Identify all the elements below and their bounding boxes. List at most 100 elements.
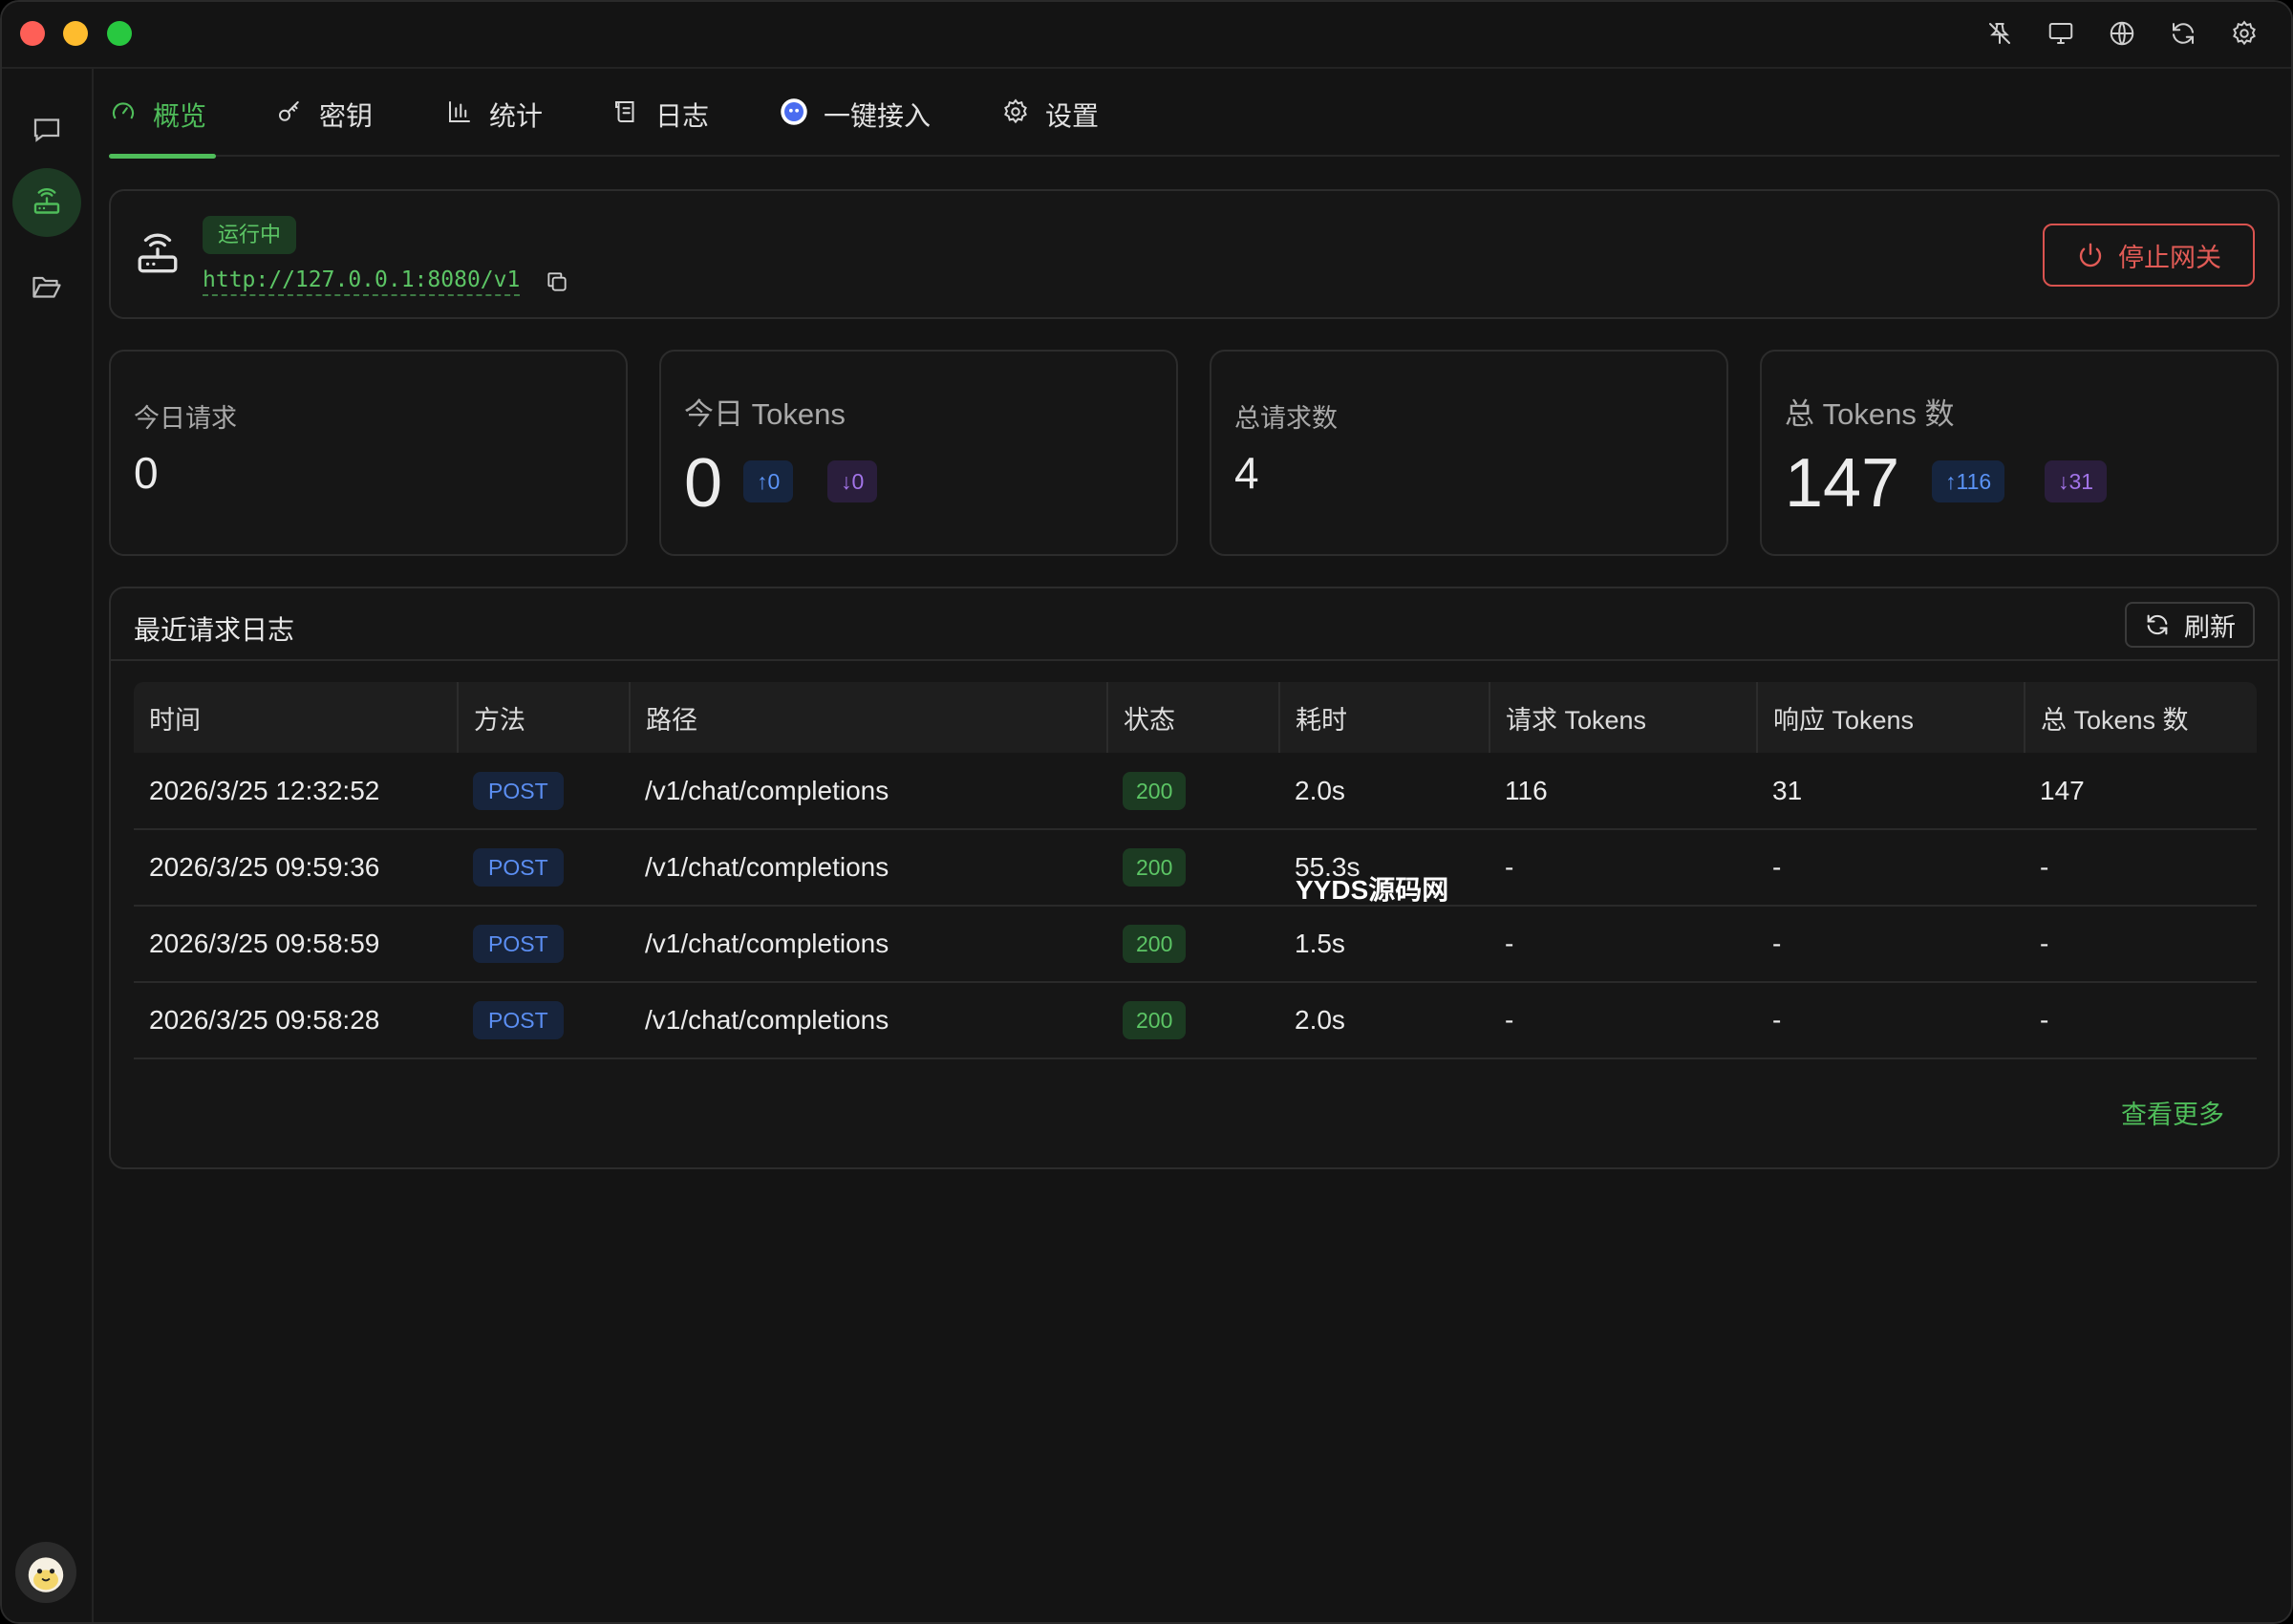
gateway-status-card: 运行中 http://127.0.0.1:8080/v1 停止网关: [109, 189, 2280, 319]
stat-value: 0: [684, 445, 723, 522]
sync-icon[interactable]: [2169, 19, 2197, 48]
cell-path: /v1/chat/completions: [630, 753, 1107, 830]
monitor-icon[interactable]: [2047, 19, 2075, 48]
cell-duration: 2.0s: [1279, 753, 1489, 830]
tab-label: 日志: [655, 101, 710, 131]
cell-path: /v1/chat/completions: [630, 829, 1107, 907]
status-code-badge: 200: [1123, 771, 1187, 810]
cell-path: /v1/chat/completions: [630, 982, 1107, 1059]
stat-label: 今日 Tokens: [684, 397, 846, 431]
logs-title: 最近请求日志: [134, 615, 295, 645]
column-header[interactable]: 耗时: [1279, 682, 1490, 753]
cell-method: POST: [458, 982, 630, 1059]
table-header-row: 时间 方法 路径 状态 耗时 请求 Tokens 响应 Tokens 总 Tok…: [134, 682, 2257, 753]
close-window-button[interactable]: [20, 21, 45, 46]
folder-open-icon: [32, 276, 61, 298]
stat-value: 4: [1234, 448, 1259, 498]
gateway-url-link[interactable]: http://127.0.0.1:8080/v1: [203, 267, 521, 296]
input-tokens-chip: ↑0: [743, 460, 794, 502]
table-row[interactable]: 2026/3/25 09:58:28 POST /v1/chat/complet…: [134, 982, 2257, 1059]
copy-icon[interactable]: [545, 269, 569, 294]
cell-method: POST: [458, 906, 630, 983]
cell-request-tokens: -: [1489, 906, 1757, 983]
stat-total-requests: 总请求数 4: [1210, 350, 1728, 556]
sidebar: [2, 69, 94, 1622]
tab-stats[interactable]: 统计: [445, 96, 543, 157]
router-icon: [134, 231, 182, 279]
status-code-badge: 200: [1123, 848, 1187, 887]
column-header[interactable]: 状态: [1107, 682, 1280, 753]
sidebar-item-files[interactable]: [12, 252, 81, 321]
gear-icon: [1001, 97, 1030, 126]
stat-total-tokens: 总 Tokens 数 147 ↑116 ↓31: [1760, 350, 2279, 556]
cell-status: 200: [1107, 753, 1279, 830]
cell-time: 2026/3/25 09:58:59: [134, 906, 458, 983]
sidebar-item-gateway[interactable]: [12, 168, 81, 237]
gauge-icon: [109, 97, 138, 126]
gear-icon[interactable]: [2230, 19, 2259, 48]
title-bar: [2, 2, 2291, 69]
output-tokens-chip: ↓31: [2045, 460, 2108, 502]
column-header[interactable]: 时间: [134, 682, 459, 753]
cell-method: POST: [458, 753, 630, 830]
column-header[interactable]: 方法: [458, 682, 631, 753]
avatar[interactable]: [15, 1542, 76, 1603]
tab-bar: 概览 密钥 统计 日志 一键接入 设置: [109, 69, 2280, 159]
table-row[interactable]: 2026/3/25 12:32:52 POST /v1/chat/complet…: [134, 753, 2257, 830]
column-header[interactable]: 路径: [630, 682, 1108, 753]
cell-request-tokens: -: [1489, 982, 1757, 1059]
cell-status: 200: [1107, 982, 1279, 1059]
method-badge: POST: [473, 1001, 564, 1039]
stat-value: 147: [1785, 445, 1900, 522]
tab-logs[interactable]: 日志: [611, 96, 709, 157]
cell-total-tokens: 147: [2025, 753, 2257, 830]
router-icon: [33, 188, 60, 214]
cell-duration: 2.0s: [1279, 982, 1489, 1059]
key-icon: [275, 97, 304, 126]
pin-off-icon[interactable]: [1985, 19, 2014, 48]
tab-label: 统计: [489, 101, 544, 131]
status-code-badge: 200: [1123, 925, 1187, 963]
sidebar-item-chat[interactable]: [12, 96, 81, 164]
tab-label: 概览: [153, 101, 207, 131]
logs-table: 时间 方法 路径 状态 耗时 请求 Tokens 响应 Tokens 总 Tok…: [134, 682, 2257, 1059]
minimize-window-button[interactable]: [63, 21, 88, 46]
globe-icon[interactable]: [2108, 19, 2136, 48]
tab-overview[interactable]: 概览: [109, 96, 216, 159]
method-badge: POST: [473, 771, 564, 810]
table-row[interactable]: 2026/3/25 09:59:36 POST /v1/chat/complet…: [134, 829, 2257, 907]
tab-keys[interactable]: 密钥: [275, 96, 373, 157]
tab-settings[interactable]: 设置: [1001, 96, 1099, 157]
stat-today-requests: 今日请求 0: [109, 350, 628, 556]
cell-response-tokens: 31: [1757, 753, 2025, 830]
method-badge: POST: [473, 848, 564, 887]
cell-time: 2026/3/25 12:32:52: [134, 753, 458, 830]
cell-response-tokens: -: [1757, 829, 2025, 907]
output-tokens-chip: ↓0: [827, 460, 878, 502]
watermark-text: YYDS源码网: [1296, 875, 1449, 905]
recent-logs-card: 最近请求日志 刷新 时间 方法 路径 状态 耗时 请求 Tokens 响应 To…: [109, 587, 2280, 1169]
cell-time: 2026/3/25 09:59:36: [134, 829, 458, 907]
tab-label: 一键接入: [824, 101, 932, 131]
table-row[interactable]: 2026/3/25 09:58:59 POST /v1/chat/complet…: [134, 906, 2257, 983]
app-logo-icon: [780, 97, 808, 126]
cell-total-tokens: -: [2025, 829, 2257, 907]
column-header[interactable]: 请求 Tokens: [1489, 682, 1758, 753]
stat-label: 总请求数: [1234, 404, 1338, 433]
cell-time: 2026/3/25 09:58:28: [134, 982, 458, 1059]
view-more-link[interactable]: 查看更多: [2121, 1094, 2224, 1131]
column-header[interactable]: 总 Tokens 数: [2025, 682, 2257, 753]
cell-path: /v1/chat/completions: [630, 906, 1107, 983]
zoom-window-button[interactable]: [107, 21, 132, 46]
cell-total-tokens: -: [2025, 906, 2257, 983]
app-window: 概览 密钥 统计 日志 一键接入 设置 运行中 http://127.0.0.1…: [0, 0, 2293, 1624]
cell-response-tokens: -: [1757, 906, 2025, 983]
stat-label: 总 Tokens 数: [1785, 397, 1955, 431]
bar-chart-icon: [445, 97, 474, 126]
tab-quick-connect[interactable]: 一键接入: [780, 96, 931, 157]
stop-gateway-button[interactable]: 停止网关: [2043, 224, 2255, 287]
refresh-button[interactable]: 刷新: [2125, 602, 2255, 648]
chat-icon: [33, 118, 60, 142]
column-header[interactable]: 响应 Tokens: [1757, 682, 2025, 753]
refresh-icon: [2147, 614, 2168, 635]
